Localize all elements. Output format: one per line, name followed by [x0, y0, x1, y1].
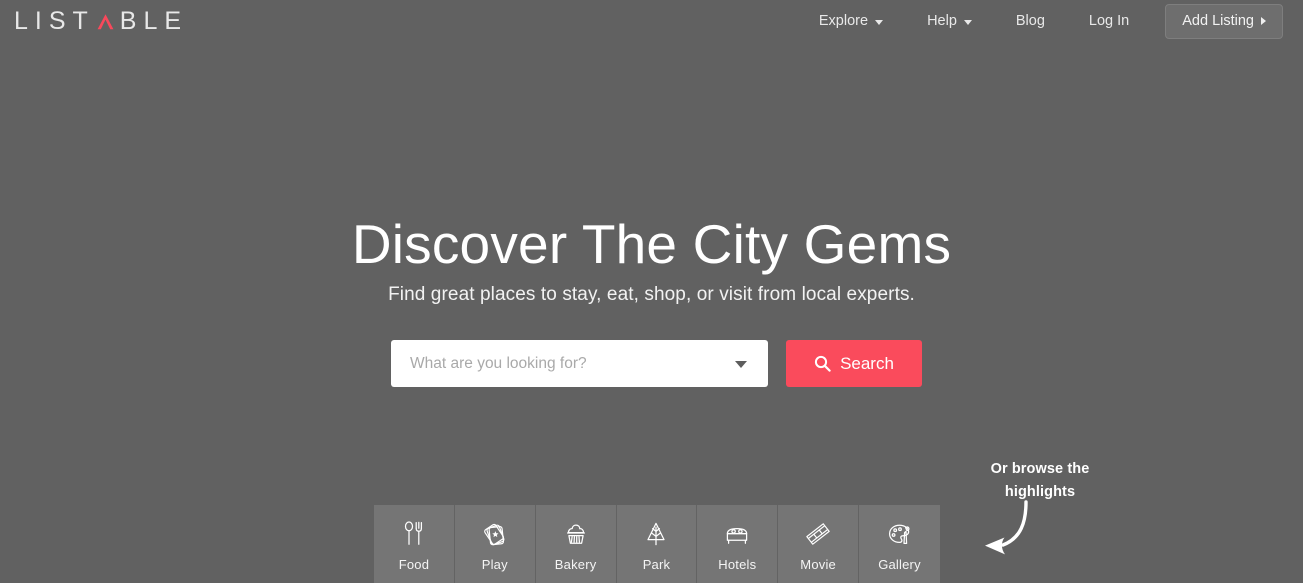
main-navigation: Explore Help Blog Log In Add Listing: [797, 3, 1283, 39]
pine-tree-icon: [641, 518, 671, 550]
nav-item-explore-label: Explore: [818, 13, 869, 29]
search-bar: Search: [391, 340, 922, 387]
paint-palette-icon: [884, 518, 914, 550]
curved-arrow-left-icon: [963, 500, 1043, 580]
category-tile-strip: Food Play Bakery Park Hotels Movie Galle…: [374, 505, 940, 583]
search-button-label: Search: [840, 353, 894, 373]
category-tile-park[interactable]: Park: [617, 505, 698, 583]
nav-item-log-in-label: Log In: [1088, 13, 1130, 29]
category-tile-bakery-label: Bakery: [554, 557, 597, 572]
page-title: Discover The City Gems: [351, 213, 952, 275]
category-tile-movie-label: Movie: [800, 557, 836, 572]
search-field-wrapper[interactable]: [391, 340, 768, 387]
hero-section: Discover The City Gems Find great places…: [0, 213, 1303, 306]
nav-item-blog-label: Blog: [1015, 13, 1045, 29]
category-tile-park-label: Park: [642, 557, 671, 572]
search-input[interactable]: [391, 340, 768, 387]
add-listing-button-label: Add Listing: [1182, 12, 1254, 29]
add-listing-button[interactable]: Add Listing: [1165, 3, 1283, 39]
site-header: LIST BLE Explore Help Blog Log In Add Li…: [0, 0, 1303, 42]
chevron-down-icon: [875, 19, 884, 25]
brand-logo[interactable]: LIST BLE: [14, 6, 189, 35]
browse-highlights-annotation: Or browse the highlights: [960, 458, 1120, 505]
category-tile-play-label: Play: [481, 557, 508, 572]
category-tile-gallery[interactable]: Gallery: [859, 505, 940, 583]
category-tile-gallery-label: Gallery: [878, 557, 921, 572]
film-strip-icon: [803, 518, 833, 550]
search-dropdown-chevron-down-icon[interactable]: [735, 360, 747, 368]
chevron-right-icon: [1261, 16, 1266, 25]
playing-cards-icon: [480, 518, 510, 550]
spoon-fork-icon: [399, 518, 429, 550]
nav-item-help-label: Help: [927, 13, 957, 29]
category-tile-hotels[interactable]: Hotels: [697, 505, 779, 583]
nav-item-explore[interactable]: Explore: [797, 7, 905, 35]
bed-icon: [722, 518, 752, 550]
annotation-line-1: Or browse the: [990, 461, 1090, 477]
chevron-down-icon: [963, 19, 972, 25]
category-tile-hotels-label: Hotels: [718, 557, 757, 572]
search-button[interactable]: Search: [786, 340, 922, 387]
category-tile-food-label: Food: [398, 557, 430, 572]
category-tile-bakery[interactable]: Bakery: [536, 505, 617, 583]
search-icon: [814, 355, 831, 372]
brand-accent-letter-a-icon: [96, 12, 115, 31]
cupcake-icon: [561, 518, 591, 550]
nav-item-help[interactable]: Help: [905, 7, 994, 35]
nav-item-log-in[interactable]: Log In: [1067, 7, 1151, 35]
category-tile-play[interactable]: Play: [455, 505, 536, 583]
page-subtitle: Find great places to stay, eat, shop, or…: [388, 284, 915, 306]
category-tile-movie[interactable]: Movie: [778, 505, 860, 583]
brand-text-after: BLE: [119, 6, 189, 35]
brand-text-before: LIST: [14, 6, 95, 35]
nav-item-blog[interactable]: Blog: [994, 7, 1067, 35]
category-tile-food[interactable]: Food: [374, 505, 455, 583]
